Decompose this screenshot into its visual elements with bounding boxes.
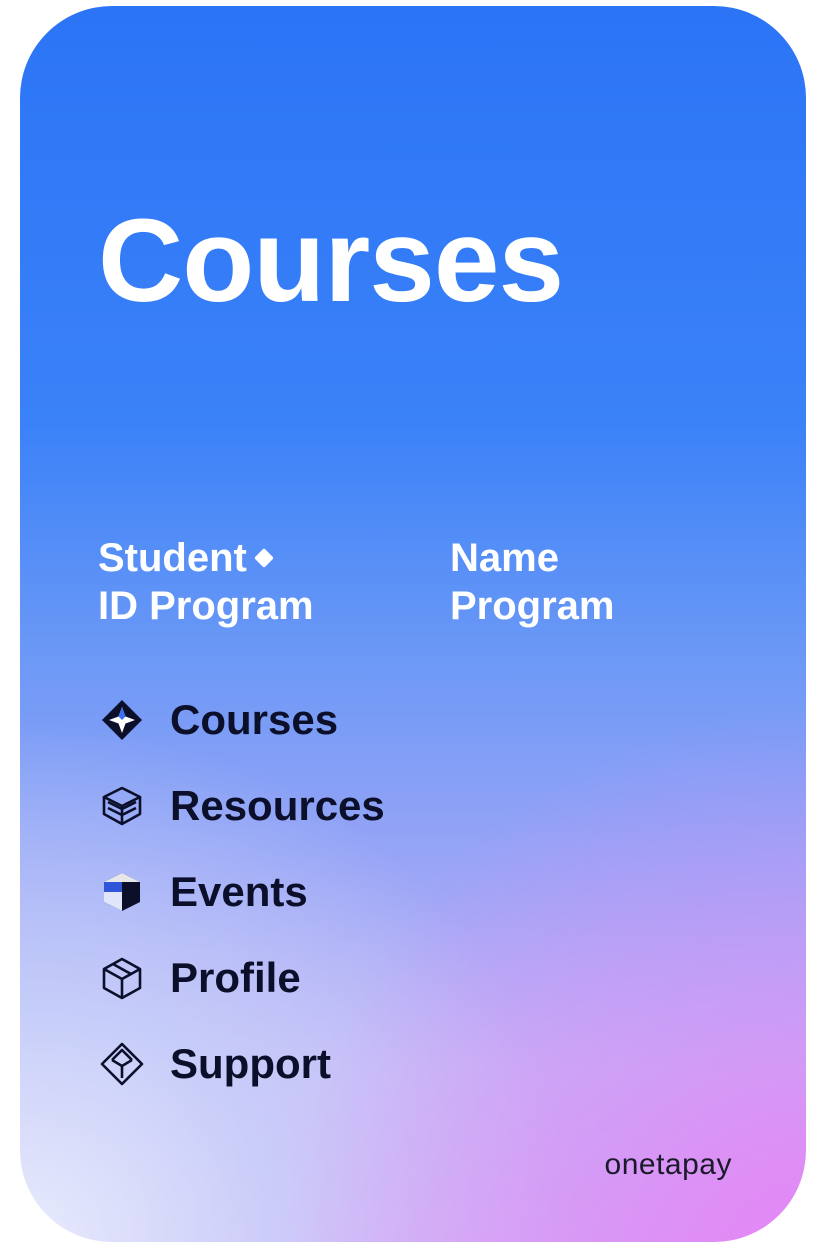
star-diamond-icon	[98, 696, 146, 744]
menu-item-profile[interactable]: Profile	[98, 950, 385, 1006]
menu-item-label: Profile	[170, 954, 301, 1001]
menu-item-resources[interactable]: Resources	[98, 778, 385, 834]
program-card: Courses Student ID Program Name Program …	[20, 6, 806, 1242]
menu-item-courses[interactable]: Courses	[98, 692, 385, 748]
menu-item-label: Support	[170, 1040, 331, 1087]
name-line2: Program	[450, 584, 615, 628]
menu-item-events[interactable]: Events	[98, 864, 385, 920]
menu-item-support[interactable]: Support	[98, 1036, 385, 1092]
student-id-block: Student ID Program	[98, 534, 314, 630]
diamond-icon	[253, 548, 274, 568]
brand-logo: onetapay	[604, 1148, 732, 1181]
menu-list: Courses Resources Events Profile Support	[98, 692, 385, 1122]
diamond-outline-icon	[98, 1040, 146, 1088]
student-id-line1: Student	[98, 534, 314, 582]
name-block: Name Program	[450, 534, 615, 630]
student-id-line2: ID Program	[98, 584, 314, 628]
student-id-label: Student	[98, 536, 247, 580]
layers-icon	[98, 782, 146, 830]
menu-item-label: Events	[170, 868, 308, 915]
page-title: Courses	[98, 195, 564, 327]
name-line1: Name	[450, 536, 559, 580]
menu-item-label: Courses	[170, 696, 339, 743]
cube-icon	[98, 868, 146, 916]
menu-item-label: Resources	[170, 782, 385, 829]
box-icon	[98, 954, 146, 1002]
